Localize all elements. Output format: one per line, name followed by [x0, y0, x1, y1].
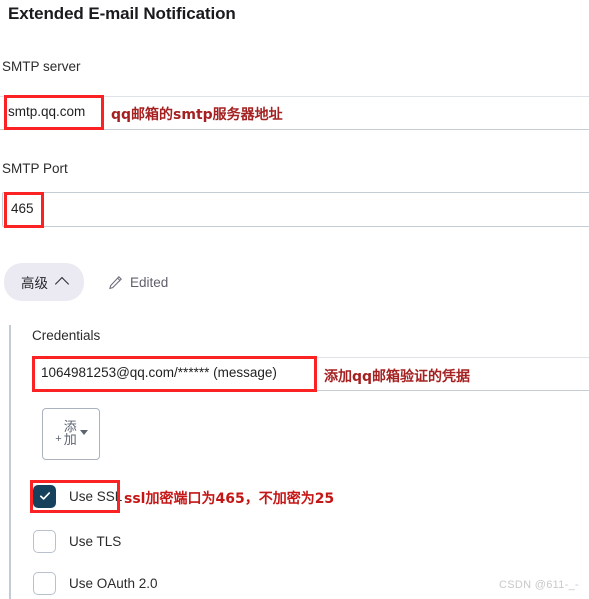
- option-use-tls[interactable]: Use TLS: [33, 528, 121, 554]
- option-use-ssl[interactable]: Use SSL: [33, 483, 122, 509]
- annotation-text-smtp-server: qq邮箱的smtp服务器地址: [111, 107, 283, 123]
- add-credential-button[interactable]: + 添加: [42, 408, 100, 460]
- smtp-port-label: SMTP Port: [2, 161, 68, 176]
- input-top-border: [0, 96, 589, 97]
- option-label-use-tls: Use TLS: [69, 533, 122, 549]
- advanced-toggle-button[interactable]: 高级: [4, 263, 84, 301]
- annotation-text-use-ssl: ssl加密端口为465，不加密为25: [124, 491, 335, 507]
- edited-label: Edited: [130, 274, 169, 290]
- credentials-value: 1064981253@qq.com/****** (message): [41, 365, 277, 380]
- smtp-port-value: 465: [11, 201, 34, 216]
- input-bottom-border: [32, 390, 589, 391]
- annotation-text-credentials: 添加qq邮箱验证的凭据: [324, 369, 471, 385]
- checkbox-use-oauth[interactable]: [33, 571, 56, 595]
- advanced-bar: 高级 Edited: [4, 262, 168, 302]
- plus-icon: +: [55, 432, 62, 445]
- credentials-label: Credentials: [32, 328, 101, 343]
- smtp-server-input[interactable]: smtp.qq.com: [0, 96, 589, 130]
- smtp-server-value: smtp.qq.com: [8, 104, 86, 119]
- watermark: CSDN @611-_-: [499, 579, 579, 591]
- advanced-toggle-label: 高级: [21, 276, 48, 291]
- option-use-oauth[interactable]: Use OAuth 2.0: [33, 570, 158, 596]
- caret-down-icon: [79, 429, 88, 435]
- checkbox-use-ssl[interactable]: [33, 484, 56, 508]
- add-credential-label: 添加: [63, 419, 77, 448]
- checkbox-use-tls[interactable]: [33, 529, 56, 553]
- option-label-use-ssl: Use SSL: [69, 488, 123, 504]
- pencil-icon: [108, 275, 123, 290]
- credentials-input[interactable]: 1064981253@qq.com/****** (message): [32, 357, 589, 391]
- input-top-border: [32, 357, 589, 358]
- input-bottom-border: [0, 129, 589, 130]
- page-title: Extended E-mail Notification: [8, 4, 236, 23]
- option-label-use-oauth: Use OAuth 2.0: [69, 575, 158, 591]
- smtp-port-input[interactable]: 465: [2, 192, 589, 227]
- check-icon: [39, 492, 50, 500]
- smtp-server-label: SMTP server: [2, 59, 81, 74]
- advanced-panel-divider: [9, 325, 11, 599]
- edited-status: Edited: [108, 275, 168, 290]
- chevron-up-icon: [54, 276, 70, 292]
